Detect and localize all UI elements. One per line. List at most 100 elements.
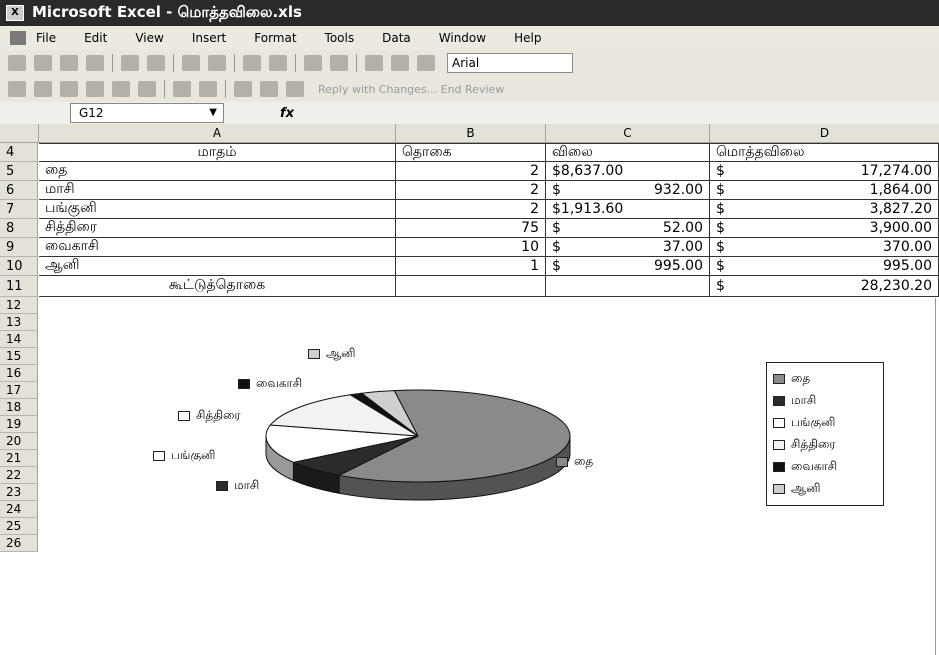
cell-a10[interactable]: ஆனி bbox=[39, 257, 396, 276]
pie-chart-area[interactable]: ஆனி வைகாசி சித்திரை பங்குனி மாசி தை தை ம… bbox=[38, 298, 936, 655]
cell-c7[interactable]: $1,913.60 bbox=[546, 200, 710, 219]
cell-d8[interactable]: $3,900.00 bbox=[710, 219, 939, 238]
row-header[interactable]: 16 bbox=[0, 365, 38, 382]
sort-ascending-icon[interactable] bbox=[330, 55, 348, 71]
show-comment-icon[interactable] bbox=[86, 81, 104, 97]
accept-change-icon[interactable] bbox=[199, 81, 217, 97]
row-header[interactable]: 5 bbox=[0, 162, 38, 181]
cell-b4[interactable]: தொகை bbox=[396, 143, 546, 162]
row-header[interactable]: 11 bbox=[0, 276, 38, 297]
cell-c4[interactable]: விலை bbox=[546, 143, 710, 162]
cell-c5[interactable]: $8,637.00 bbox=[546, 162, 710, 181]
cell-a4[interactable]: மாதம் bbox=[39, 143, 396, 162]
row-header[interactable]: 9 bbox=[0, 238, 38, 257]
row-header[interactable]: 18 bbox=[0, 399, 38, 416]
menu-window[interactable]: Window bbox=[439, 31, 486, 45]
menu-format[interactable]: Format bbox=[254, 31, 296, 45]
row-header[interactable]: 23 bbox=[0, 484, 38, 501]
cell-d11[interactable]: $28,230.20 bbox=[710, 276, 939, 297]
delete-comment-icon[interactable] bbox=[138, 81, 156, 97]
cell-a9[interactable]: வைகாசி bbox=[39, 238, 396, 257]
cell-a7[interactable]: பங்குனி bbox=[39, 200, 396, 219]
cell-a8[interactable]: சித்திரை bbox=[39, 219, 396, 238]
menu-data[interactable]: Data bbox=[382, 31, 411, 45]
menu-insert[interactable]: Insert bbox=[192, 31, 226, 45]
research-icon[interactable] bbox=[182, 55, 200, 71]
row-header[interactable]: 12 bbox=[0, 297, 38, 314]
cell-b10[interactable]: 1 bbox=[396, 257, 546, 276]
workbook-icon[interactable] bbox=[10, 31, 26, 45]
chart-wizard-icon[interactable] bbox=[365, 55, 383, 71]
copy-icon[interactable] bbox=[208, 55, 226, 71]
row-header[interactable]: 15 bbox=[0, 348, 38, 365]
cell-d9[interactable]: $370.00 bbox=[710, 238, 939, 257]
column-header-c[interactable]: C bbox=[546, 124, 710, 143]
cell-a6[interactable]: மாசி bbox=[39, 181, 396, 200]
reject-change-icon[interactable] bbox=[234, 81, 252, 97]
permission-icon[interactable] bbox=[86, 55, 104, 71]
print-icon[interactable] bbox=[121, 55, 139, 71]
cell-d4[interactable]: மொத்தவிலை bbox=[710, 143, 939, 162]
cell-c10[interactable]: $995.00 bbox=[546, 257, 710, 276]
cell-d7[interactable]: $3,827.20 bbox=[710, 200, 939, 219]
row-header[interactable]: 6 bbox=[0, 181, 38, 200]
name-box[interactable]: G12 ▼ bbox=[70, 103, 224, 123]
row-header[interactable]: 24 bbox=[0, 501, 38, 518]
row-header[interactable]: 22 bbox=[0, 467, 38, 484]
row-header[interactable]: 10 bbox=[0, 257, 38, 276]
column-header-a[interactable]: A bbox=[39, 124, 396, 143]
row-header[interactable]: 20 bbox=[0, 433, 38, 450]
font-name-select[interactable]: Arial bbox=[447, 53, 573, 73]
worksheet-grid[interactable]: A B C D 4 மாதம் தொகை விலை மொத்தவிலை 5 தை… bbox=[0, 124, 939, 655]
menu-view[interactable]: View bbox=[135, 31, 163, 45]
cell-b9[interactable]: 10 bbox=[396, 238, 546, 257]
cell-b11[interactable] bbox=[396, 276, 546, 297]
next-comment-icon[interactable] bbox=[60, 81, 78, 97]
open-icon[interactable] bbox=[34, 55, 52, 71]
ink-icon[interactable] bbox=[112, 81, 130, 97]
function-icon[interactable]: fx bbox=[280, 106, 294, 121]
cell-c11[interactable] bbox=[546, 276, 710, 297]
menu-file[interactable]: File bbox=[36, 31, 56, 45]
chart-legend[interactable]: தை மாசி பங்குனி சித்திரை வைகாசி ஆனி bbox=[766, 362, 884, 506]
row-header[interactable]: 21 bbox=[0, 450, 38, 467]
row-header[interactable]: 17 bbox=[0, 382, 38, 399]
new-icon[interactable] bbox=[8, 55, 26, 71]
save-icon[interactable] bbox=[60, 55, 78, 71]
undo-icon[interactable] bbox=[243, 55, 261, 71]
row-header[interactable]: 26 bbox=[0, 535, 38, 552]
menu-tools[interactable]: Tools bbox=[325, 31, 355, 45]
cell-b5[interactable]: 2 bbox=[396, 162, 546, 181]
cell-c8[interactable]: $52.00 bbox=[546, 219, 710, 238]
redo-icon[interactable] bbox=[269, 55, 287, 71]
chevron-down-icon[interactable]: ▼ bbox=[209, 104, 217, 122]
send-mail-icon[interactable] bbox=[260, 81, 278, 97]
cell-b8[interactable]: 75 bbox=[396, 219, 546, 238]
cell-a5[interactable]: தை bbox=[39, 162, 396, 181]
row-header[interactable]: 4 bbox=[0, 143, 38, 162]
row-header[interactable]: 13 bbox=[0, 314, 38, 331]
track-changes-icon[interactable] bbox=[173, 81, 191, 97]
format-icon[interactable] bbox=[417, 55, 435, 71]
cell-d5[interactable]: $17,274.00 bbox=[710, 162, 939, 181]
cell-a11[interactable]: கூட்டுத்தொகை bbox=[39, 276, 396, 297]
row-header[interactable]: 14 bbox=[0, 331, 38, 348]
reviewing-icon[interactable] bbox=[8, 81, 26, 97]
attach-icon[interactable] bbox=[286, 81, 304, 97]
row-header[interactable]: 7 bbox=[0, 200, 38, 219]
cell-c6[interactable]: $932.00 bbox=[546, 181, 710, 200]
cell-c9[interactable]: $37.00 bbox=[546, 238, 710, 257]
cell-d10[interactable]: $995.00 bbox=[710, 257, 939, 276]
cell-b6[interactable]: 2 bbox=[396, 181, 546, 200]
column-header-d[interactable]: D bbox=[710, 124, 939, 143]
review-links[interactable]: Reply with Changes... End Review bbox=[318, 83, 504, 96]
row-header[interactable]: 19 bbox=[0, 416, 38, 433]
menu-edit[interactable]: Edit bbox=[84, 31, 107, 45]
print-preview-icon[interactable] bbox=[147, 55, 165, 71]
row-header[interactable]: 25 bbox=[0, 518, 38, 535]
help-icon[interactable] bbox=[391, 55, 409, 71]
row-header[interactable]: 8 bbox=[0, 219, 38, 238]
autosum-icon[interactable] bbox=[304, 55, 322, 71]
select-all-corner[interactable] bbox=[0, 124, 39, 143]
column-header-b[interactable]: B bbox=[396, 124, 546, 143]
